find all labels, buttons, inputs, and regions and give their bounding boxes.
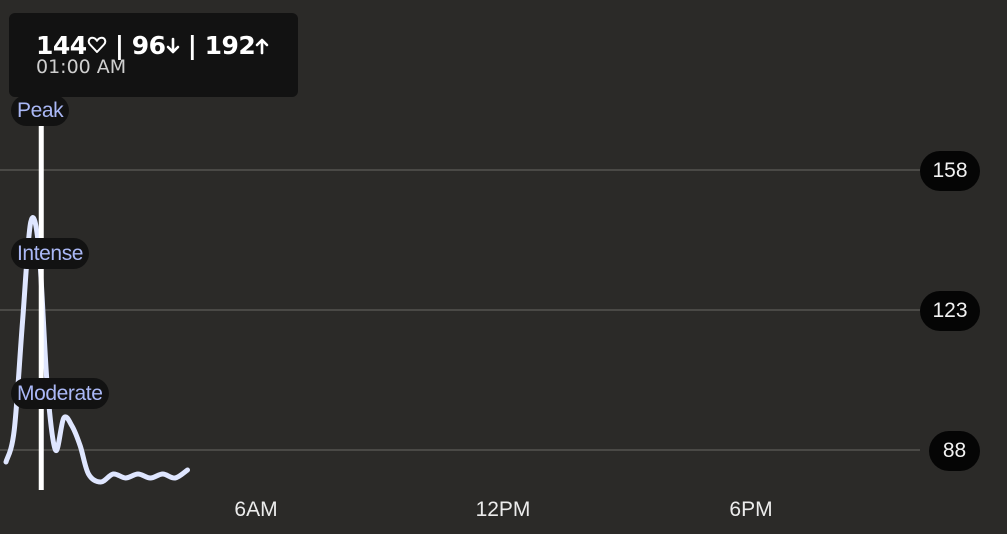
y-tick-label-88: 88 (929, 431, 980, 471)
max-value: 192 (204, 31, 256, 60)
zone-label-peak: Peak (11, 95, 70, 126)
y-tick-label-123: 123 (920, 291, 980, 331)
x-tick-label-12pm: 12PM (475, 498, 531, 521)
arrow-down-icon (166, 37, 179, 54)
hover-tooltip: 144 | 96 | 192 01:00 AM (9, 13, 298, 97)
x-tick-label-6am: 6AM (234, 498, 278, 521)
arrow-up-icon (256, 38, 269, 55)
x-tick-label-6pm: 6PM (729, 498, 773, 521)
heart-outline-icon (87, 36, 106, 53)
zone-label-moderate: Moderate (11, 378, 109, 409)
zone-label-intense: Intense (11, 238, 90, 269)
min-value: 96 (131, 31, 166, 60)
gridlines (0, 169, 920, 451)
separator: | (187, 31, 197, 60)
y-tick-label-158: 158 (920, 151, 980, 191)
